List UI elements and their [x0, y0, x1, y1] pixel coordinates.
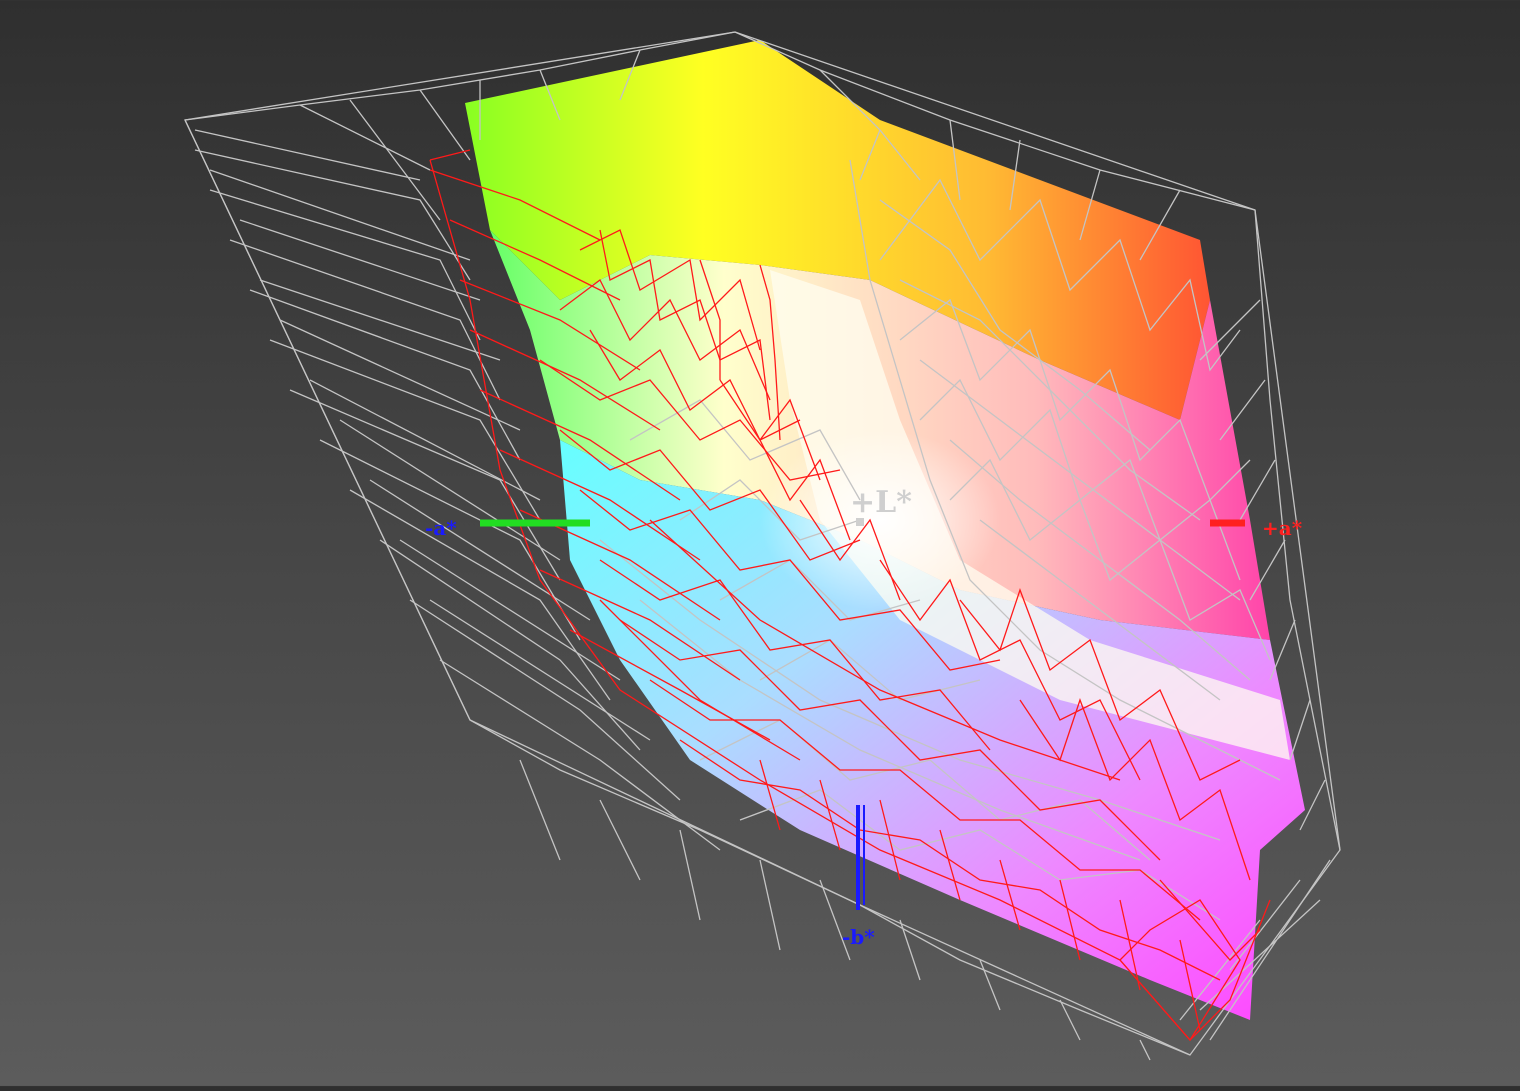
label-plus-a: +a* — [1262, 516, 1303, 540]
gamut-surface — [465, 40, 1305, 1020]
gamut-3d-viewport[interactable]: +L* -a* +a* -b* — [0, 0, 1520, 1086]
label-minus-b: -b* — [842, 925, 875, 949]
label-plus-L: +L* — [850, 485, 912, 520]
gamut-3d-canvas[interactable]: +L* -a* +a* -b* — [0, 0, 1520, 1086]
white-point-glow — [760, 430, 1000, 610]
label-minus-a: -a* — [425, 516, 457, 540]
